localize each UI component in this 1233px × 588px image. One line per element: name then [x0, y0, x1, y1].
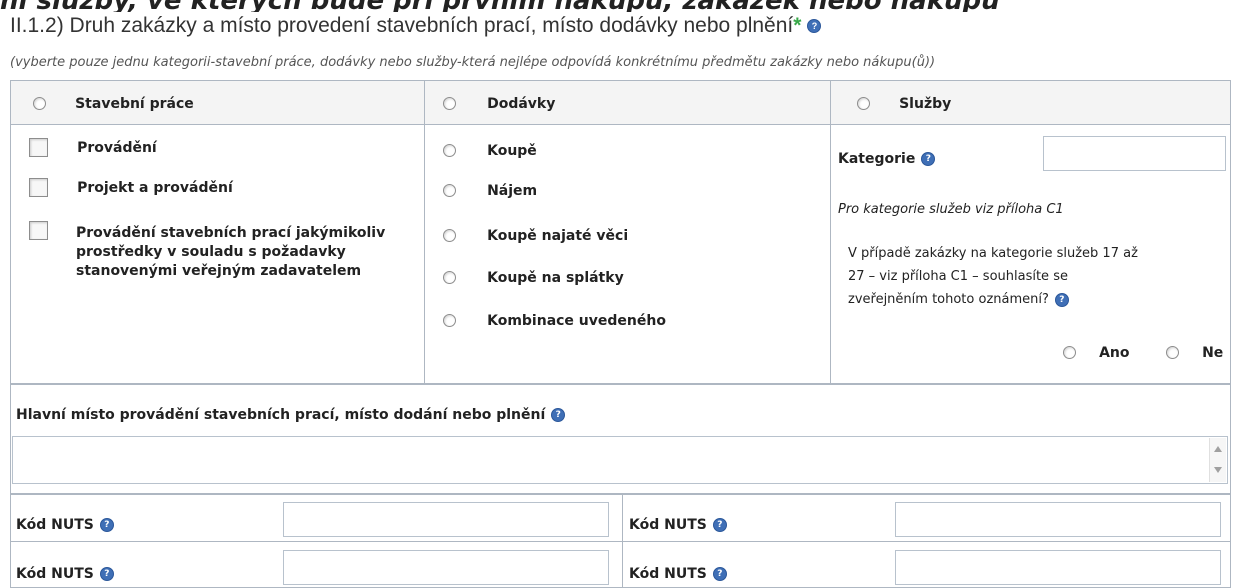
construction-option-3[interactable]: Provádění stavebních prací jakýmikoliv p…	[29, 220, 385, 279]
nuts-label-3: Kód NUTS?	[16, 563, 114, 582]
header-row	[11, 81, 1230, 124]
textarea-scrollbar[interactable]	[1209, 438, 1226, 482]
nuts-input-2[interactable]	[895, 502, 1221, 537]
service-question: V případě zakázky na kategorie služeb 17…	[848, 246, 1138, 307]
service-category-input[interactable]	[1043, 136, 1226, 171]
supplies-option-4[interactable]: Koupě na splátky	[443, 267, 624, 286]
publication-yes[interactable]: Ano	[1063, 342, 1130, 361]
section-subtitle: (vyberte pouze jednu kategorii-stavební …	[10, 55, 936, 70]
supplies-option-5[interactable]: Kombinace uvedeného	[443, 310, 666, 329]
nuts-label-1: Kód NUTS?	[16, 514, 114, 533]
scroll-up-icon[interactable]	[1214, 446, 1222, 452]
nuts-input-1[interactable]	[283, 502, 609, 537]
place-label-row: Hlavní místo provádění stavebních prací,…	[16, 404, 566, 423]
radio-lease[interactable]	[443, 184, 456, 197]
help-icon[interactable]: ?	[712, 517, 727, 532]
category-supplies[interactable]: Dodávky	[443, 93, 555, 112]
radio-purchase[interactable]	[443, 144, 456, 157]
supplies-option-3[interactable]: Koupě najaté věci	[443, 225, 628, 244]
help-icon[interactable]: ?	[712, 566, 727, 581]
construction-option-2[interactable]: Projekt a provádění	[29, 177, 233, 197]
service-category-label: Kategorie?	[838, 148, 936, 167]
checkbox-design-execution[interactable]	[29, 178, 48, 197]
radio-supplies[interactable]	[443, 97, 456, 110]
radio-leased-purchase[interactable]	[443, 229, 456, 242]
help-icon[interactable]: ?	[99, 566, 114, 581]
nuts-input-3[interactable]	[283, 550, 609, 585]
category-services[interactable]: Služby	[857, 93, 951, 112]
help-icon[interactable]: ?	[551, 407, 566, 422]
service-annex-note: Pro kategorie služeb viz příloha C1	[838, 202, 1064, 217]
construction-option-1[interactable]: Provádění	[29, 137, 157, 157]
scroll-down-icon[interactable]	[1214, 467, 1222, 473]
nuts-input-4[interactable]	[895, 550, 1221, 585]
help-icon[interactable]: ?	[807, 19, 822, 34]
publication-no[interactable]: Ne	[1166, 342, 1223, 361]
section-title: II.1.2) Druh zakázky a místo provedení s…	[10, 14, 822, 38]
nuts-label-2: Kód NUTS?	[629, 514, 727, 533]
supplies-option-2[interactable]: Nájem	[443, 180, 537, 199]
radio-combination[interactable]	[443, 314, 456, 327]
radio-services[interactable]	[857, 97, 870, 110]
place-textarea[interactable]	[12, 436, 1228, 484]
radio-no[interactable]	[1166, 346, 1179, 359]
help-icon[interactable]: ?	[1054, 292, 1069, 307]
radio-construction[interactable]	[33, 97, 46, 110]
help-icon[interactable]: ?	[99, 517, 114, 532]
category-construction[interactable]: Stavební práce	[33, 93, 194, 112]
supplies-option-1[interactable]: Koupě	[443, 140, 537, 159]
radio-hire-purchase[interactable]	[443, 271, 456, 284]
radio-yes[interactable]	[1063, 346, 1076, 359]
nuts-label-4: Kód NUTS?	[629, 563, 727, 582]
previous-section-text: ní služby, ve kterých bude při prvním ná…	[0, 0, 1233, 12]
checkbox-execution[interactable]	[29, 138, 48, 157]
checkbox-any-means[interactable]	[29, 221, 48, 240]
required-mark: *	[793, 14, 802, 37]
help-icon[interactable]: ?	[921, 151, 936, 166]
